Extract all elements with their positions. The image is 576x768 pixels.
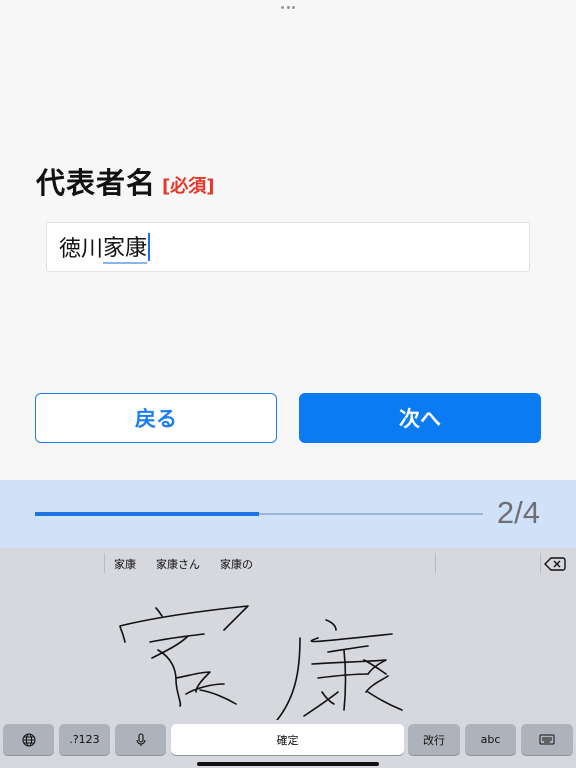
candidate-divider (435, 553, 436, 573)
name-text-composing: 家康 (103, 230, 148, 264)
keyboard-dismiss-key[interactable] (521, 724, 573, 755)
candidate-divider (540, 553, 541, 573)
home-indicator[interactable] (197, 762, 379, 766)
progress-bar (35, 512, 483, 516)
name-text-committed: 徳川 (59, 237, 104, 262)
progress-bar-fill (35, 512, 259, 516)
back-button[interactable]: 戻る (35, 393, 277, 443)
candidate-divider (104, 553, 105, 573)
microphone-key[interactable] (115, 724, 166, 755)
candidate-item[interactable]: 家康 (114, 556, 136, 572)
backspace-icon[interactable] (544, 556, 566, 572)
progress-counter: 2/4 (496, 495, 540, 530)
field-heading: 代表者名 [必須] (36, 160, 214, 202)
text-caret (148, 233, 151, 261)
candidate-item[interactable]: 家康さん (156, 556, 200, 572)
keyboard-dismiss-icon (539, 734, 555, 744)
abc-key[interactable]: abc (465, 724, 516, 755)
field-label: 代表者名 (36, 166, 157, 200)
required-tag: [必須] (162, 176, 215, 197)
handwriting-canvas[interactable] (0, 580, 576, 720)
candidate-list: 家康 家康さん 家康の (114, 556, 273, 572)
return-key[interactable]: 改行 (408, 724, 460, 755)
keyboard-bottom-row: .?123 確定 改行 abc (0, 724, 576, 756)
candidate-bar: 家康 家康さん 家康の (0, 548, 576, 578)
handwriting-keyboard: 家康 家康さん 家康の .?123 確定 改行 abc (0, 548, 576, 768)
globe-icon (22, 733, 35, 746)
microphone-icon (135, 732, 146, 746)
representative-name-input[interactable]: 徳川 家康 (46, 222, 530, 272)
numbers-key[interactable]: .?123 (59, 724, 110, 755)
multitasking-handle[interactable] (281, 4, 295, 10)
globe-key[interactable] (3, 724, 54, 755)
confirm-key[interactable]: 確定 (171, 724, 404, 755)
next-button[interactable]: 次へ (299, 393, 541, 443)
candidate-item[interactable]: 家康の (220, 556, 253, 572)
progress-section: 2/4 (0, 480, 576, 548)
